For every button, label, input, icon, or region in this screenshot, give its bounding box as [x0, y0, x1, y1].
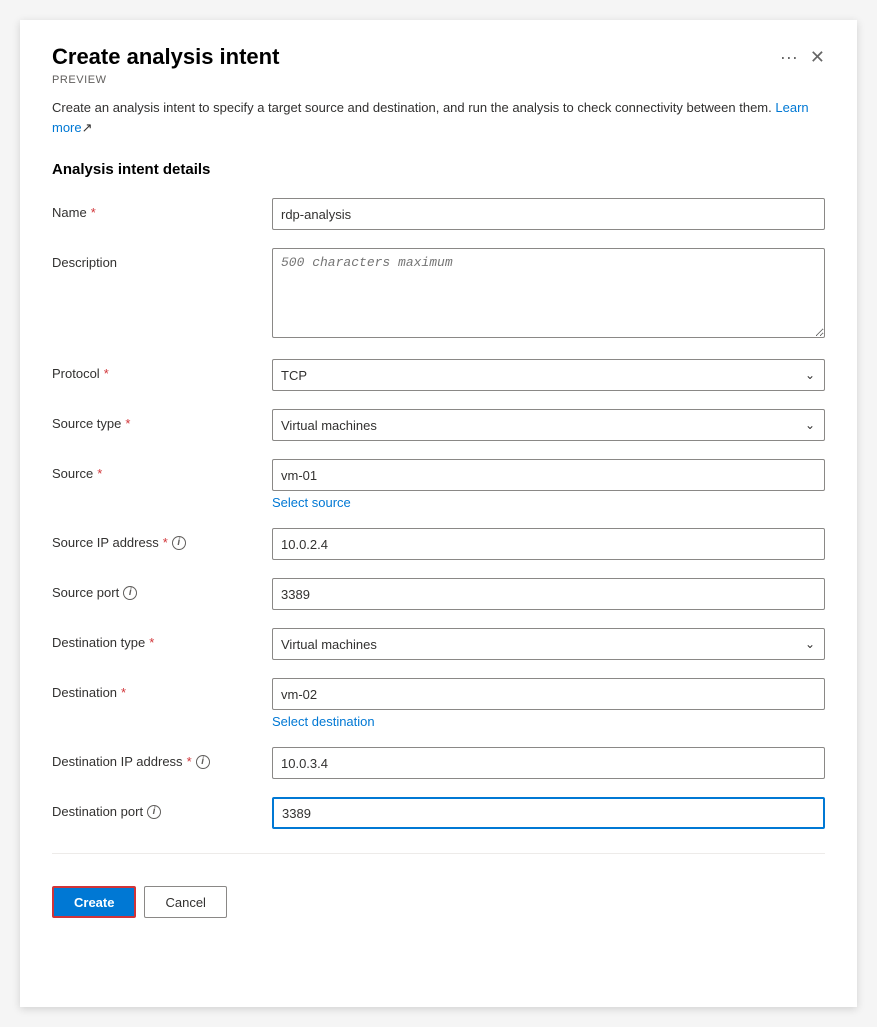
source-type-control: Virtual machines ⌄ — [272, 409, 825, 441]
protocol-row: Protocol * TCP UDP ⌄ — [52, 359, 825, 391]
source-ip-input[interactable] — [272, 528, 825, 560]
destination-control: Select destination — [272, 678, 825, 729]
source-type-select-wrapper: Virtual machines ⌄ — [272, 409, 825, 441]
source-type-row: Source type * Virtual machines ⌄ — [52, 409, 825, 441]
close-icon[interactable]: ✕ — [810, 47, 825, 68]
panel-header: Create analysis intent ··· ✕ — [52, 44, 825, 70]
name-required: * — [91, 205, 96, 220]
destination-ip-input[interactable] — [272, 747, 825, 779]
name-row: Name * — [52, 198, 825, 230]
destination-port-row: Destination port i — [52, 797, 825, 829]
description-text: Create an analysis intent to specify a t… — [52, 98, 825, 137]
destination-input[interactable] — [272, 678, 825, 710]
source-row: Source * Select source — [52, 459, 825, 510]
destination-type-control: Virtual machines ⌄ — [272, 628, 825, 660]
select-source-link[interactable]: Select source — [272, 495, 825, 510]
destination-ip-row: Destination IP address * i — [52, 747, 825, 779]
name-input[interactable] — [272, 198, 825, 230]
destination-type-row: Destination type * Virtual machines ⌄ — [52, 628, 825, 660]
source-port-control — [272, 578, 825, 610]
destination-row: Destination * Select destination — [52, 678, 825, 729]
destination-ip-control — [272, 747, 825, 779]
description-label: Description — [52, 248, 272, 270]
source-control: Select source — [272, 459, 825, 510]
menu-icon[interactable]: ··· — [780, 47, 798, 68]
destination-port-label: Destination port i — [52, 797, 272, 819]
destination-ip-required: * — [187, 754, 192, 769]
footer-divider — [52, 853, 825, 854]
source-port-row: Source port i — [52, 578, 825, 610]
create-button[interactable]: Create — [52, 886, 136, 918]
source-type-required: * — [125, 416, 130, 431]
source-ip-label: Source IP address * i — [52, 528, 272, 550]
source-required: * — [97, 466, 102, 481]
panel-title: Create analysis intent — [52, 44, 768, 70]
select-destination-link[interactable]: Select destination — [272, 714, 825, 729]
protocol-control: TCP UDP ⌄ — [272, 359, 825, 391]
name-label: Name * — [52, 198, 272, 220]
source-label: Source * — [52, 459, 272, 481]
destination-type-required: * — [149, 635, 154, 650]
destination-port-info-icon[interactable]: i — [147, 805, 161, 819]
section-title: Analysis intent details — [52, 161, 825, 178]
source-port-input[interactable] — [272, 578, 825, 610]
source-ip-row: Source IP address * i — [52, 528, 825, 560]
destination-type-label: Destination type * — [52, 628, 272, 650]
source-input[interactable] — [272, 459, 825, 491]
destination-ip-info-icon[interactable]: i — [196, 755, 210, 769]
description-row: Description — [52, 248, 825, 341]
destination-required: * — [121, 685, 126, 700]
source-ip-required: * — [163, 535, 168, 550]
protocol-select-wrapper: TCP UDP ⌄ — [272, 359, 825, 391]
cancel-button[interactable]: Cancel — [144, 886, 226, 918]
source-port-info-icon[interactable]: i — [123, 586, 137, 600]
source-ip-info-icon[interactable]: i — [172, 536, 186, 550]
destination-ip-label: Destination IP address * i — [52, 747, 272, 769]
footer-buttons: Create Cancel — [52, 878, 825, 918]
source-port-label: Source port i — [52, 578, 272, 600]
destination-type-select[interactable]: Virtual machines — [272, 628, 825, 660]
destination-type-select-wrapper: Virtual machines ⌄ — [272, 628, 825, 660]
preview-label: PREVIEW — [52, 74, 825, 86]
description-control — [272, 248, 825, 341]
protocol-required: * — [104, 366, 109, 381]
protocol-select[interactable]: TCP UDP — [272, 359, 825, 391]
destination-label: Destination * — [52, 678, 272, 700]
source-type-label: Source type * — [52, 409, 272, 431]
description-textarea[interactable] — [272, 248, 825, 338]
destination-port-input[interactable] — [272, 797, 825, 829]
source-type-select[interactable]: Virtual machines — [272, 409, 825, 441]
protocol-label: Protocol * — [52, 359, 272, 381]
create-analysis-panel: Create analysis intent ··· ✕ PREVIEW Cre… — [20, 20, 857, 1007]
destination-port-control — [272, 797, 825, 829]
name-control — [272, 198, 825, 230]
source-ip-control — [272, 528, 825, 560]
